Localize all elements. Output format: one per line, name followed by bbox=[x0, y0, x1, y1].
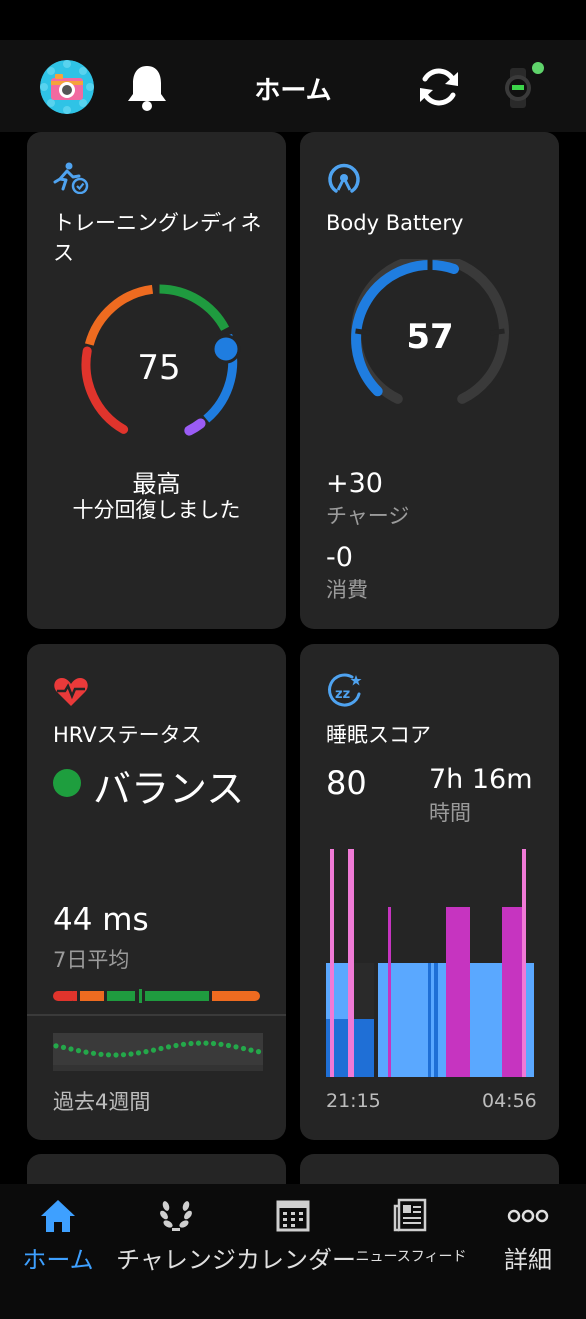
hrv-trend-chart bbox=[53, 1033, 263, 1071]
hrv-trend-point bbox=[75, 1048, 82, 1054]
hrv-divider bbox=[27, 1014, 286, 1016]
hrv-trend-point bbox=[98, 1051, 104, 1057]
hrv-trend-point bbox=[188, 1040, 194, 1047]
body-battery-charge-value: +30 bbox=[326, 468, 383, 499]
device-watch-icon[interactable] bbox=[500, 62, 544, 112]
hrv-trend-point bbox=[240, 1045, 247, 1052]
hrv-status-card[interactable]: HRVステータス バランス 44 ms 7日平均 過去4週間 bbox=[27, 644, 286, 1140]
training-readiness-title: トレーニングレディネス bbox=[53, 211, 262, 265]
home-icon bbox=[41, 1200, 75, 1232]
sleep-score-title: 睡眠スコア bbox=[326, 723, 431, 747]
svg-text:zz: zz bbox=[335, 687, 350, 702]
training-readiness-message: 十分回復しました bbox=[72, 498, 241, 522]
hrv-status-value: バランス bbox=[93, 767, 245, 811]
hrv-trend-point bbox=[255, 1049, 262, 1055]
hrv-trend-point bbox=[68, 1046, 74, 1052]
hrv-trend-point bbox=[165, 1044, 172, 1050]
hrv-trend-point bbox=[248, 1047, 254, 1053]
body-battery-title: Body Battery bbox=[326, 211, 464, 235]
hrv-period-label: 過去4週間 bbox=[53, 1090, 151, 1114]
hrv-trend-point bbox=[105, 1052, 112, 1058]
hrv-trend-point bbox=[60, 1044, 67, 1050]
hrv-average-value: 44 ms bbox=[53, 902, 149, 938]
hrv-trend-point bbox=[120, 1052, 127, 1058]
hrv-baseline-bar bbox=[53, 989, 260, 1003]
hrv-trend-point bbox=[150, 1047, 157, 1053]
body-battery-gauge: 57 bbox=[351, 259, 509, 404]
hrv-trend-point bbox=[90, 1050, 97, 1056]
hrv-trend-point bbox=[113, 1052, 119, 1058]
newsfeed-icon bbox=[393, 1198, 427, 1232]
hrv-status-dot bbox=[53, 769, 81, 797]
body-battery-value: 57 bbox=[406, 317, 453, 357]
nav-calendar-label: カレンダー bbox=[236, 1246, 356, 1274]
hrv-trend-point bbox=[158, 1045, 164, 1052]
dashboard-cards: トレーニングレディネス 75 最高 十分回復しました Body Battery … bbox=[0, 132, 586, 1184]
nav-newsfeed[interactable]: ニュースフィード bbox=[355, 1196, 467, 1266]
sleep-duration-label: 時間 bbox=[429, 801, 471, 825]
hrv-trend-point bbox=[195, 1040, 202, 1046]
nav-challenges[interactable]: チャレンジ bbox=[116, 1196, 236, 1275]
status-bar bbox=[0, 0, 586, 40]
next-card-right[interactable] bbox=[300, 1154, 559, 1184]
page-title: ホーム bbox=[254, 76, 332, 106]
nav-challenges-label: チャレンジ bbox=[116, 1246, 236, 1274]
nav-home-label: ホーム bbox=[22, 1246, 94, 1274]
sync-icon[interactable] bbox=[414, 62, 464, 112]
training-readiness-gauge: 75 bbox=[81, 284, 241, 436]
sleep-start-time: 21:15 bbox=[326, 1090, 381, 1112]
hrv-trend-point bbox=[180, 1041, 187, 1047]
sleep-icon: zz bbox=[328, 673, 362, 707]
nav-more[interactable]: 詳細 bbox=[490, 1196, 566, 1275]
body-battery-drain-label: 消費 bbox=[326, 578, 368, 602]
hrv-trend-point bbox=[53, 1043, 59, 1049]
sleep-duration-value: 7h 16m bbox=[429, 764, 533, 795]
more-icon bbox=[507, 1209, 549, 1223]
sleep-score-card[interactable]: zz 睡眠スコア 80 7h 16m 時間 21:15 04:56 bbox=[300, 644, 559, 1140]
hrv-trend-point bbox=[128, 1051, 134, 1057]
body-battery-icon bbox=[328, 163, 360, 193]
hrv-trend-point bbox=[225, 1042, 232, 1049]
body-battery-charge-label: チャージ bbox=[326, 504, 410, 528]
sleep-end-time: 04:56 bbox=[482, 1090, 537, 1112]
hrv-trend-point bbox=[233, 1044, 239, 1050]
hrv-trend-point bbox=[210, 1040, 217, 1047]
hrv-status-title: HRVステータス bbox=[53, 723, 202, 747]
training-readiness-card[interactable]: トレーニングレディネス 75 最高 十分回復しました bbox=[27, 132, 286, 629]
sleep-score-value: 80 bbox=[326, 764, 367, 802]
hrv-trend-point bbox=[143, 1049, 149, 1055]
body-battery-card[interactable]: Body Battery 57 +30 チャージ -0 消費 bbox=[300, 132, 559, 629]
next-card-left[interactable] bbox=[27, 1154, 286, 1184]
nav-more-label: 詳細 bbox=[504, 1246, 552, 1274]
body-battery-drain-value: -0 bbox=[326, 542, 353, 573]
hrv-trend-point bbox=[218, 1041, 224, 1047]
nav-home[interactable]: ホーム bbox=[16, 1196, 100, 1275]
training-readiness-icon bbox=[53, 162, 89, 194]
nav-newsfeed-label: ニュースフィード bbox=[355, 1249, 467, 1265]
sleep-stages-chart bbox=[326, 849, 534, 1077]
heart-pulse-icon bbox=[54, 678, 88, 706]
top-app-bar: ホーム bbox=[0, 40, 586, 132]
bottom-navigation: ホーム チャレンジ カレンダー ニュースフィード 詳細 bbox=[0, 1184, 586, 1319]
calendar-icon bbox=[276, 1200, 310, 1232]
training-readiness-value: 75 bbox=[137, 348, 180, 388]
hrv-trend-point bbox=[135, 1050, 142, 1056]
laurel-icon bbox=[160, 1201, 192, 1231]
hrv-average-label: 7日平均 bbox=[53, 948, 130, 972]
nav-calendar[interactable]: カレンダー bbox=[236, 1196, 356, 1275]
hrv-trend-point bbox=[83, 1049, 89, 1055]
hrv-trend-point bbox=[203, 1040, 209, 1046]
hrv-trend-point bbox=[173, 1042, 179, 1049]
